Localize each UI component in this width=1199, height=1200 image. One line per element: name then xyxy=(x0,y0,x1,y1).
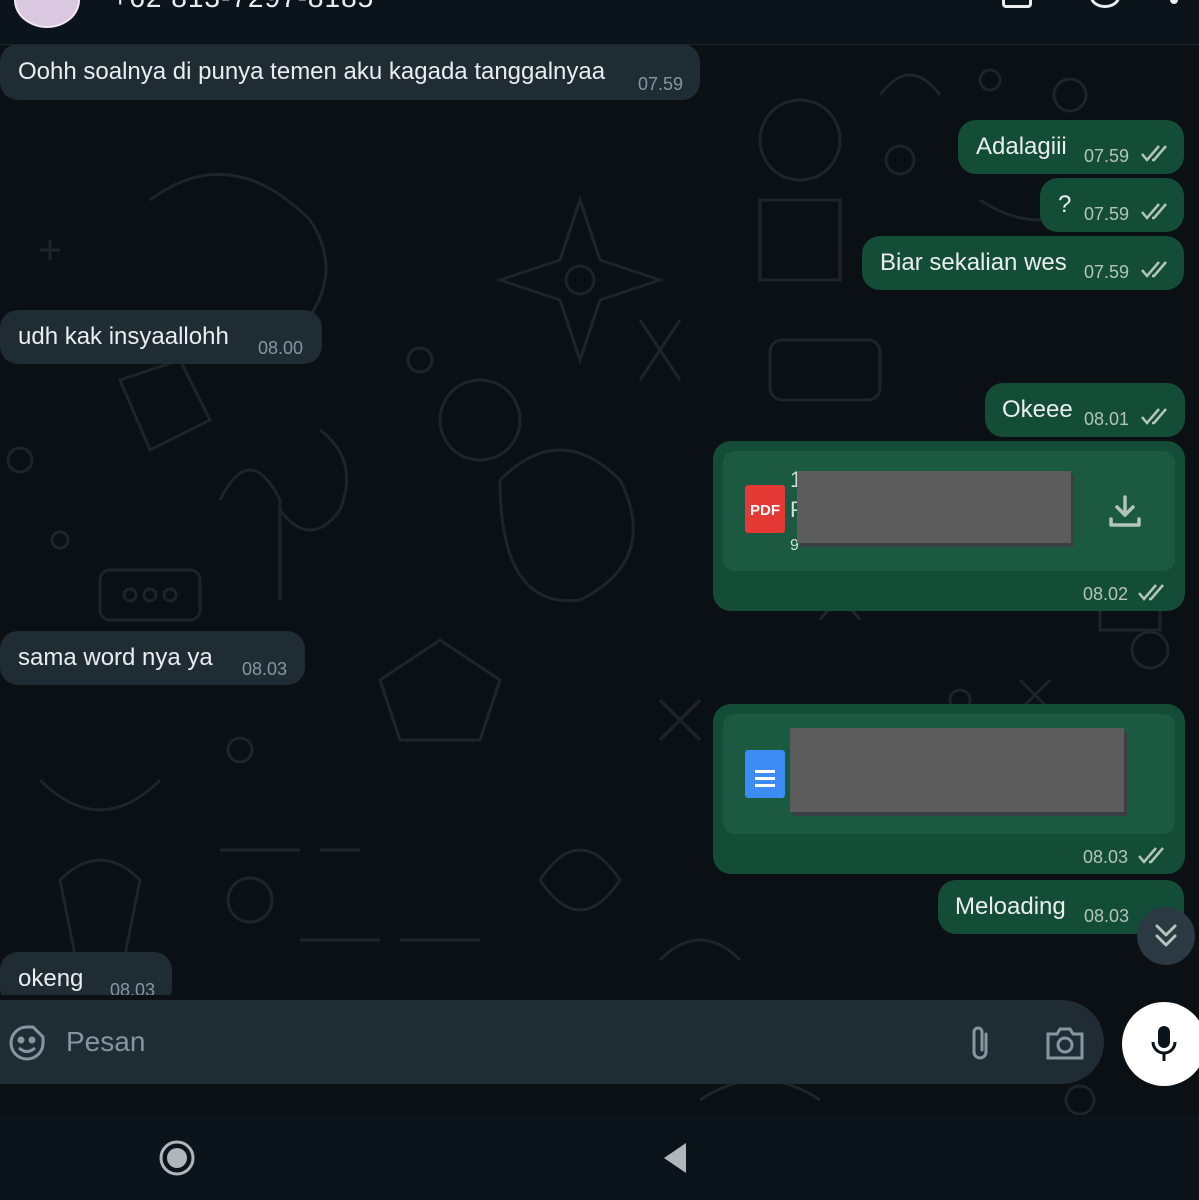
message-incoming[interactable]: udh kak insyaallohh 08.00 xyxy=(0,310,322,364)
google-doc-file-icon xyxy=(745,750,785,798)
message-input[interactable]: Pesan xyxy=(66,1026,145,1058)
double-chevron-down-icon xyxy=(1155,924,1177,947)
double-check-icon xyxy=(1141,145,1167,162)
voice-record-button[interactable] xyxy=(1122,1002,1199,1086)
voice-call-icon[interactable] xyxy=(1090,0,1120,8)
message-incoming[interactable]: sama word nya ya 08.03 xyxy=(0,631,305,685)
message-time: 08.03 xyxy=(242,659,288,679)
message-time: 07.59 xyxy=(1084,146,1130,166)
sticker-smile-icon[interactable] xyxy=(8,1024,46,1062)
message-list: Oohh soalnya di punya temen aku kagada t… xyxy=(0,0,1199,995)
document-card[interactable] xyxy=(723,714,1175,834)
message-text: udh kak insyaallohh xyxy=(18,323,229,350)
back-triangle-icon[interactable] xyxy=(660,1141,690,1175)
message-time: 08.02 xyxy=(1083,584,1129,604)
message-time: 07.59 xyxy=(638,74,684,94)
message-text: Oohh soalnya di punya temen aku kagada t… xyxy=(18,58,606,85)
message-text: okeng xyxy=(18,965,84,992)
double-check-icon xyxy=(1141,408,1167,425)
scroll-to-bottom-button[interactable] xyxy=(1137,907,1195,965)
message-text: Okeee xyxy=(1002,396,1073,423)
message-time: 08.03 xyxy=(1084,906,1130,926)
message-composer: Pesan xyxy=(0,1000,1104,1084)
message-outgoing[interactable]: Biar sekalian wes 07.59 xyxy=(862,236,1184,290)
document-card[interactable]: PDF 1 P 9 xyxy=(723,451,1175,571)
contact-avatar[interactable] xyxy=(14,0,80,28)
message-text: Adalagiii xyxy=(976,133,1067,160)
message-outgoing[interactable]: ? 07.59 xyxy=(1040,178,1184,232)
mic-icon xyxy=(1151,1026,1177,1061)
double-check-icon xyxy=(1141,203,1167,220)
message-text: sama word nya ya xyxy=(18,644,213,671)
double-check-icon xyxy=(1138,584,1164,601)
more-options-icon[interactable] xyxy=(1170,0,1178,4)
system-navigation-bar xyxy=(0,1115,1199,1200)
paperclip-icon[interactable] xyxy=(966,1024,996,1064)
download-icon[interactable] xyxy=(1107,493,1143,529)
message-time: 08.03 xyxy=(110,980,156,995)
message-time: 08.01 xyxy=(1084,409,1130,429)
message-incoming[interactable]: Oohh soalnya di punya temen aku kagada t… xyxy=(0,44,700,100)
chat-header: +62 813-7297-8185 xyxy=(0,0,1199,45)
video-call-icon[interactable] xyxy=(1002,0,1032,8)
message-outgoing[interactable]: Okeee 08.01 xyxy=(985,383,1185,437)
message-text: Meloading xyxy=(955,893,1066,920)
message-incoming[interactable]: okeng 08.03 xyxy=(0,952,172,995)
double-check-icon xyxy=(1141,261,1167,278)
pdf-file-icon: PDF xyxy=(745,485,785,533)
message-time: 07.59 xyxy=(1084,204,1130,224)
contact-name[interactable]: +62 813-7297-8185 xyxy=(112,0,374,14)
message-document-pdf[interactable]: PDF 1 P 9 08.02 xyxy=(713,441,1185,611)
message-time: 07.59 xyxy=(1084,262,1130,282)
message-text: ? xyxy=(1058,191,1072,218)
camera-icon[interactable] xyxy=(1044,1024,1086,1062)
home-circle-icon[interactable] xyxy=(158,1139,196,1177)
message-time: 08.00 xyxy=(258,338,304,358)
redaction-box xyxy=(797,471,1071,543)
message-outgoing[interactable]: Adalagiii 07.59 xyxy=(958,120,1184,174)
redaction-box xyxy=(790,728,1124,812)
message-time: 08.03 xyxy=(1083,847,1129,867)
message-text: Biar sekalian wes xyxy=(880,249,1067,276)
double-check-icon xyxy=(1138,847,1164,864)
message-document-word[interactable]: 08.03 xyxy=(713,704,1185,874)
